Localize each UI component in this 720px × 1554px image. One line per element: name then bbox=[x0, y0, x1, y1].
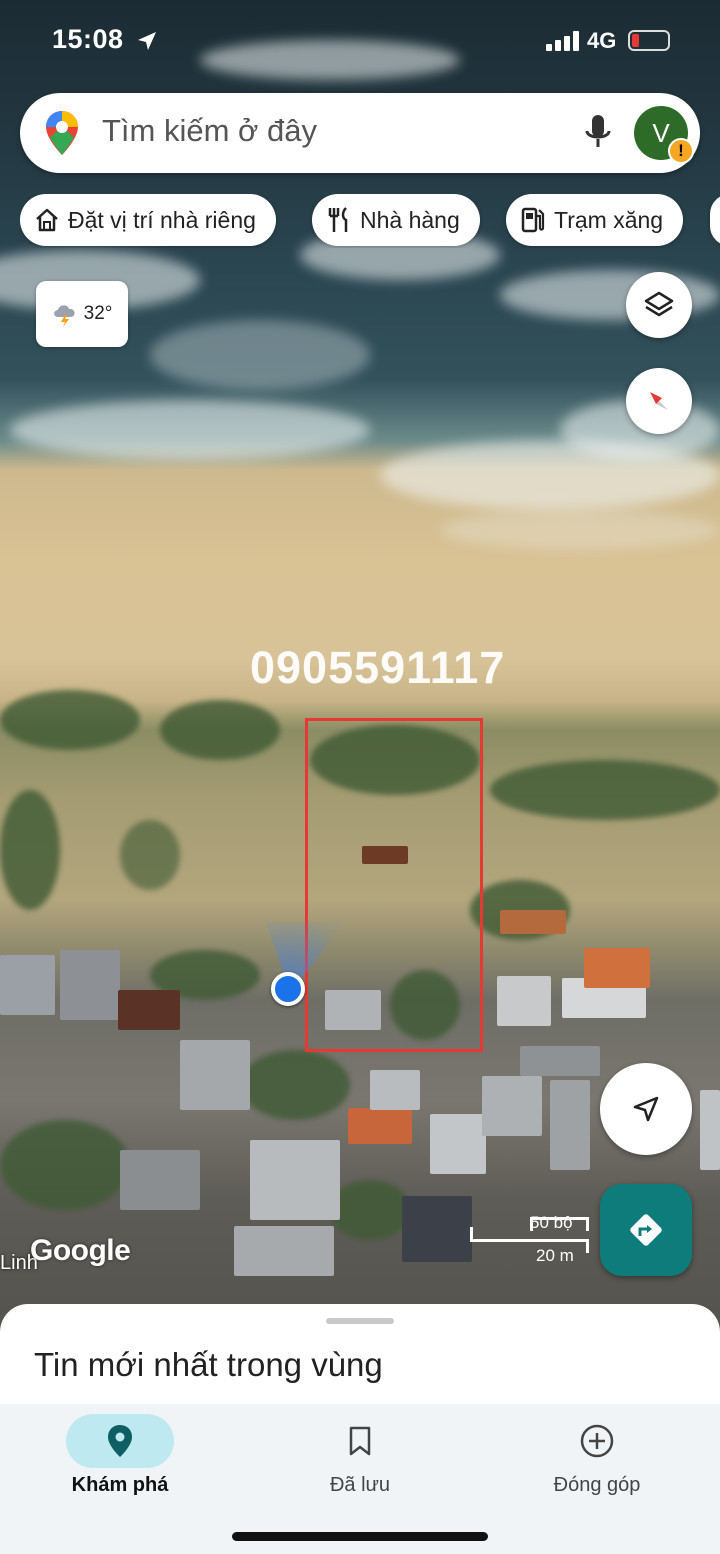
status-time: 15:08 bbox=[52, 24, 124, 54]
compass-icon bbox=[650, 392, 668, 410]
chip-home-label: Đặt vị trí nhà riêng bbox=[68, 206, 256, 233]
nav-explore[interactable]: Khám phá bbox=[0, 1404, 240, 1524]
thunderstorm-icon bbox=[53, 305, 75, 327]
chip-gas-station-label: Trạm xăng bbox=[554, 206, 664, 233]
compass-button[interactable] bbox=[626, 368, 692, 434]
chip-more[interactable] bbox=[710, 194, 720, 246]
chip-gas-station[interactable]: Trạm xăng bbox=[506, 194, 684, 246]
cellular-signal-icon bbox=[546, 31, 579, 51]
search-bar[interactable]: Tìm kiếm ở đây V ! bbox=[20, 93, 700, 173]
layers-icon bbox=[644, 291, 674, 317]
my-location-dot bbox=[271, 972, 305, 1006]
parcel-outline bbox=[305, 718, 483, 1052]
weather-badge[interactable]: 32° bbox=[36, 281, 128, 347]
search-input[interactable]: Tìm kiếm ở đây bbox=[102, 113, 317, 149]
weather-temperature: 32° bbox=[83, 303, 113, 324]
google-maps-pin-icon bbox=[46, 111, 78, 155]
google-logo: Google bbox=[30, 1234, 131, 1267]
sheet-drag-handle[interactable] bbox=[326, 1318, 394, 1324]
layers-button[interactable] bbox=[626, 272, 692, 338]
scale-metric: 20 m bbox=[536, 1246, 574, 1265]
bookmark-icon bbox=[349, 1426, 371, 1456]
home-indicator[interactable] bbox=[232, 1532, 488, 1541]
avatar-letter: V bbox=[652, 118, 670, 148]
nav-contribute-label: Đóng góp bbox=[553, 1474, 641, 1496]
nav-contribute[interactable]: Đóng góp bbox=[477, 1404, 717, 1524]
navigation-arrow-icon bbox=[633, 1096, 659, 1122]
map-scale: 50 bộ 20 m bbox=[470, 1213, 590, 1273]
add-circle-icon bbox=[580, 1424, 614, 1458]
chip-restaurant[interactable]: Nhà hàng bbox=[312, 194, 480, 246]
microphone-icon[interactable] bbox=[583, 113, 613, 153]
battery-icon bbox=[628, 30, 670, 51]
nav-explore-label: Khám phá bbox=[71, 1474, 169, 1496]
scale-imperial: 50 bộ bbox=[530, 1213, 573, 1232]
nav-saved-label: Đã lưu bbox=[329, 1474, 391, 1496]
chip-home[interactable]: Đặt vị trí nhà riêng bbox=[20, 194, 276, 246]
account-avatar[interactable]: V ! bbox=[634, 106, 694, 164]
home-icon bbox=[36, 208, 58, 232]
network-type: 4G bbox=[587, 28, 617, 53]
directions-icon bbox=[630, 1214, 662, 1246]
overlay-phone-number: 0905591117 bbox=[250, 642, 506, 693]
gas-station-icon bbox=[521, 207, 545, 233]
directions-button[interactable] bbox=[600, 1184, 692, 1276]
location-arrow-icon bbox=[138, 32, 156, 50]
chip-restaurant-label: Nhà hàng bbox=[360, 206, 460, 233]
restaurant-icon bbox=[328, 207, 348, 232]
location-pin-icon bbox=[108, 1425, 132, 1457]
category-chips: Đặt vị trí nhà riêng Nhà hàng Trạm xăng bbox=[20, 194, 720, 248]
status-bar: 15:08 4G bbox=[0, 0, 720, 80]
nav-saved[interactable]: Đã lưu bbox=[240, 1404, 480, 1524]
sheet-title: Tin mới nhất trong vùng bbox=[34, 1346, 383, 1383]
my-location-button[interactable] bbox=[600, 1063, 692, 1155]
alert-badge: ! bbox=[668, 138, 694, 164]
